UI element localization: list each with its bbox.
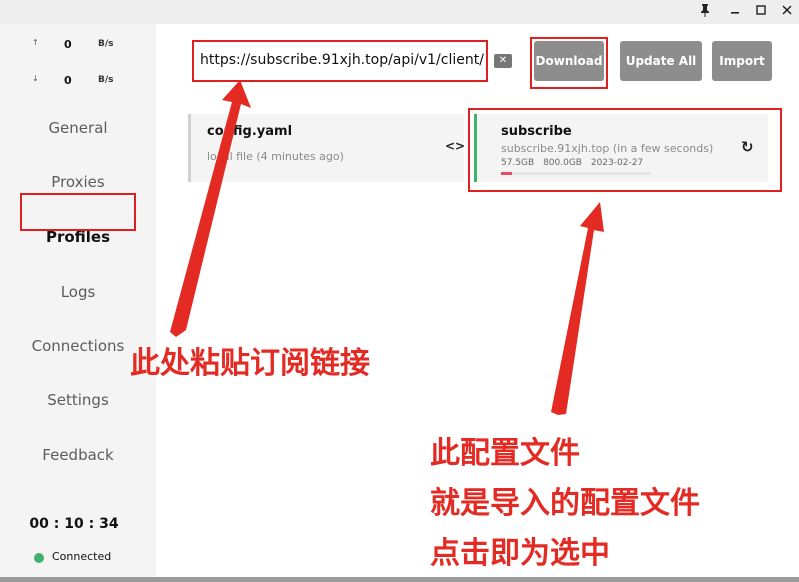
profile-hint-line3: 点击即为选中	[430, 536, 610, 571]
paste-hint-text: 此处粘贴订阅链接	[130, 346, 370, 381]
bottom-border	[0, 577, 799, 582]
profile-hint-line2: 就是导入的配置文件	[430, 486, 700, 521]
arrow-to-url-icon	[170, 80, 251, 337]
arrow-to-card-icon	[551, 202, 604, 415]
profile-hint-line1: 此配置文件	[430, 436, 580, 471]
